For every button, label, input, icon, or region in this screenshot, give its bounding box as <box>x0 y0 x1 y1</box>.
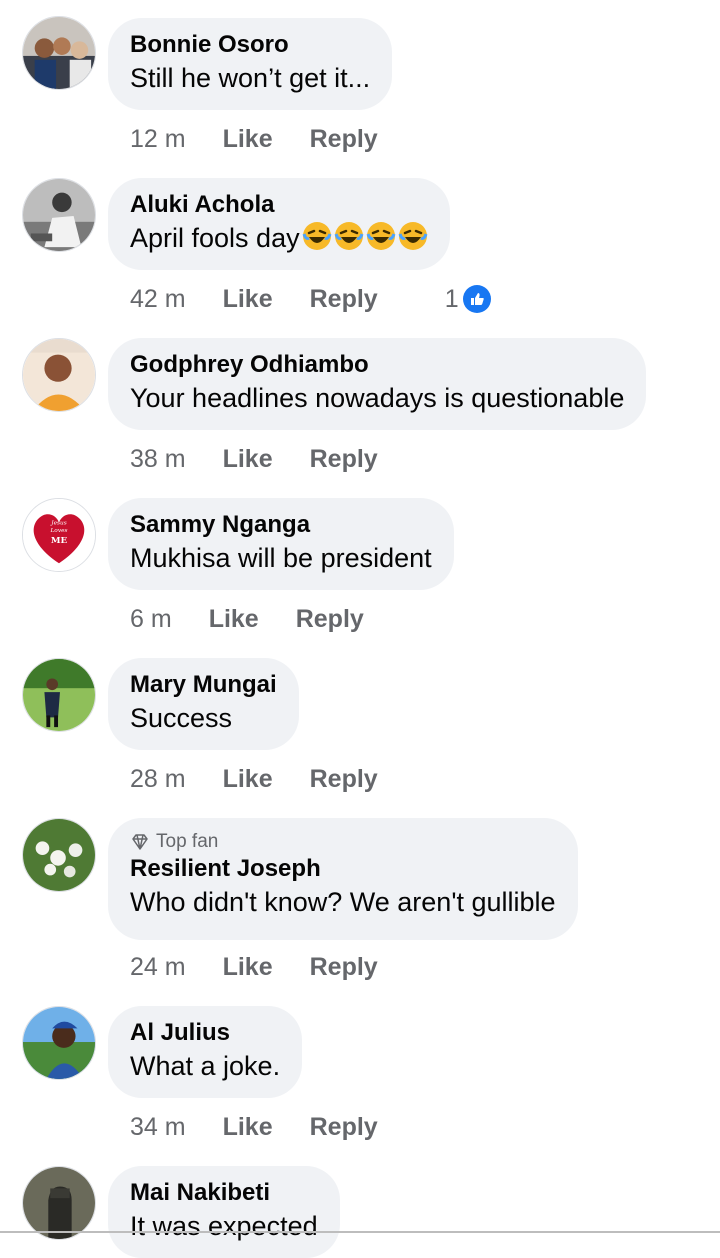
timestamp[interactable]: 28 m <box>130 765 186 794</box>
comment-actions: 24 m Like Reply <box>130 952 415 982</box>
like-button[interactable]: Like <box>223 953 273 982</box>
reply-button[interactable]: Reply <box>310 765 378 794</box>
avatar[interactable] <box>22 1006 96 1080</box>
comment-bubble: Mary Mungai Success <box>108 658 299 750</box>
avatar[interactable] <box>22 178 96 252</box>
author-name[interactable]: Bonnie Osoro <box>130 30 370 60</box>
reply-button[interactable]: Reply <box>310 285 378 314</box>
avatar[interactable] <box>22 1166 96 1240</box>
reply-button[interactable]: Reply <box>296 605 364 634</box>
comment-text: Your headlines nowadays is questionable <box>130 383 625 413</box>
reply-button[interactable]: Reply <box>310 125 378 154</box>
laughing-emoji-icon <box>398 222 428 250</box>
timestamp[interactable]: 42 m <box>130 285 186 314</box>
comment-bubble: Sammy Nganga Mukhisa will be president <box>108 498 454 590</box>
avatar[interactable] <box>22 818 96 892</box>
reply-button[interactable]: Reply <box>310 953 378 982</box>
comment-text-row: April fools day <box>130 220 428 256</box>
like-button[interactable]: Like <box>209 605 259 634</box>
laughing-emoji-icon <box>302 222 332 250</box>
comment-text: Success <box>130 703 233 733</box>
laughing-emoji-icon <box>334 222 364 250</box>
like-button[interactable]: Like <box>223 125 273 154</box>
avatar[interactable] <box>22 338 96 412</box>
comment-actions: 12 m Like Reply <box>130 124 415 154</box>
avatar[interactable] <box>22 16 96 90</box>
avatar-label: Jesus <box>50 520 67 526</box>
author-name[interactable]: Sammy Nganga <box>130 510 432 540</box>
like-button[interactable]: Like <box>223 445 273 474</box>
badge-label: Top fan <box>156 831 219 852</box>
comment-bubble: Mai Nakibeti It was expected <box>108 1166 340 1258</box>
timestamp[interactable]: 6 m <box>130 605 172 634</box>
reply-button[interactable]: Reply <box>310 1113 378 1142</box>
author-name[interactable]: Resilient Joseph <box>130 854 556 884</box>
comment-actions: 38 m Like Reply <box>130 444 415 474</box>
avatar[interactable]: Jesus Loves ME <box>22 498 96 572</box>
comment-bubble: Al Julius What a joke. <box>108 1006 303 1098</box>
timestamp[interactable]: 38 m <box>130 445 186 474</box>
author-name[interactable]: Aluki Achola <box>130 190 428 220</box>
timestamp[interactable]: 24 m <box>130 953 186 982</box>
like-button[interactable]: Like <box>223 285 273 314</box>
comment-actions: 34 m Like Reply <box>130 1112 415 1142</box>
avatar[interactable] <box>22 658 96 732</box>
comment-text: April fools day <box>130 223 300 253</box>
author-name[interactable]: Mai Nakibeti <box>130 1178 318 1208</box>
reply-button[interactable]: Reply <box>310 445 378 474</box>
comment-text: Who didn't know? We aren't gullible <box>130 887 556 917</box>
comment-bubble: Bonnie Osoro Still he won’t get it... <box>108 18 393 110</box>
comment-actions: 6 m Like Reply <box>130 604 401 634</box>
author-name[interactable]: Al Julius <box>130 1018 280 1048</box>
comment-actions: 28 m Like Reply <box>130 764 415 794</box>
comment-text: What a joke. <box>130 1051 281 1081</box>
timestamp[interactable]: 34 m <box>130 1113 186 1142</box>
comment-text: Mukhisa will be president <box>130 543 432 573</box>
timestamp[interactable]: 12 m <box>130 125 186 154</box>
author-name[interactable]: Godphrey Odhiambo <box>130 350 624 380</box>
like-button[interactable]: Like <box>223 1113 273 1142</box>
thumbs-up-icon <box>462 285 491 313</box>
comment-bubble: Aluki Achola April fools day <box>108 178 450 270</box>
reaction-summary[interactable]: 1 <box>445 285 528 314</box>
comment-actions: 42 m Like Reply 1 <box>130 284 528 314</box>
avatar-label: ME <box>51 536 68 546</box>
comment-text: It was expected <box>130 1211 318 1241</box>
top-fan-badge: Top fan <box>130 830 556 854</box>
comment-bubble: Godphrey Odhiambo Your headlines nowaday… <box>108 338 647 430</box>
diamond-icon <box>132 834 148 850</box>
reaction-count: 1 <box>444 284 459 313</box>
comment-bubble: Top fan Resilient Joseph Who didn't know… <box>108 818 578 940</box>
laughing-emoji-icon <box>366 222 396 250</box>
like-button[interactable]: Like <box>223 765 273 794</box>
comment-text: Still he won’t get it... <box>130 63 371 93</box>
avatar-label: Loves <box>49 528 67 534</box>
author-name[interactable]: Mary Mungai <box>130 670 277 700</box>
